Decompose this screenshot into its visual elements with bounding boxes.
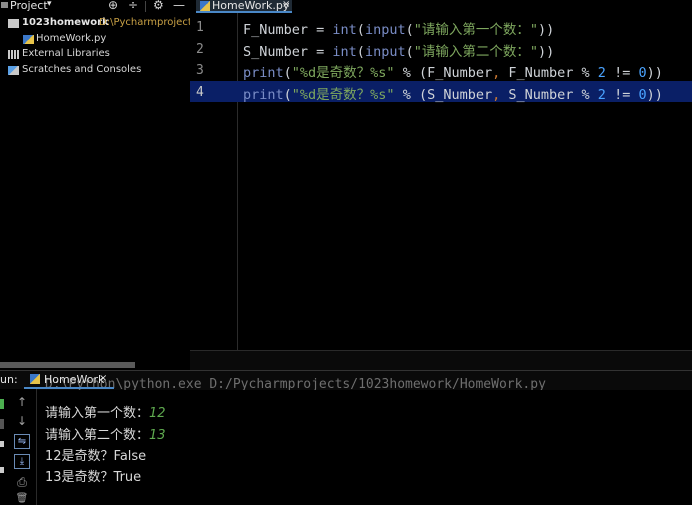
soft-wrap-icon[interactable]: ⇋ bbox=[14, 434, 30, 449]
line-number: 3 bbox=[196, 63, 204, 78]
line-number: 1 bbox=[196, 20, 204, 35]
code-text: ( bbox=[283, 65, 292, 81]
code-line: S_Number = int(input("请输入第二个数：")) bbox=[243, 40, 554, 60]
console-output: 13是奇数？True bbox=[45, 470, 142, 485]
code-text: != bbox=[605, 87, 639, 103]
code-text: % (F_Number bbox=[394, 65, 493, 81]
console-line: 请输入第一个数：12 bbox=[45, 402, 166, 421]
tab-homework-py[interactable]: HomeWork.py × bbox=[196, 0, 292, 13]
collapse-all-icon[interactable]: ÷ bbox=[128, 0, 138, 12]
line-number: 2 bbox=[196, 42, 204, 57]
folder-icon bbox=[8, 19, 19, 28]
builtin-print: print bbox=[243, 65, 284, 81]
console-user-input: 13 bbox=[149, 428, 166, 443]
code-text: )) bbox=[537, 44, 555, 60]
project-horizontal-scrollbar[interactable] bbox=[0, 362, 135, 368]
project-title[interactable]: Project bbox=[10, 0, 48, 12]
code-text: ( bbox=[405, 22, 414, 38]
code-text: F_Number % bbox=[500, 65, 598, 81]
python-file-icon bbox=[23, 35, 34, 44]
python-file-icon bbox=[30, 374, 40, 384]
editor-breadcrumb-bar bbox=[190, 350, 692, 371]
string-literal: "%d是奇数？%s" bbox=[291, 87, 395, 103]
run-tab-label: HomeWork bbox=[44, 373, 105, 386]
builtin-input: input bbox=[364, 44, 406, 60]
pin-icon[interactable] bbox=[0, 441, 4, 447]
code-text: % (S_Number bbox=[394, 87, 493, 103]
code-text: ( bbox=[356, 22, 365, 38]
line-number: 4 bbox=[196, 85, 204, 100]
console-line: 12是奇数？False bbox=[45, 445, 146, 464]
code-text: )) bbox=[646, 65, 663, 81]
code-text: S_Number % bbox=[500, 87, 598, 103]
code-text: ( bbox=[283, 87, 292, 103]
builtin-print: print bbox=[243, 87, 284, 103]
stop-icon[interactable] bbox=[0, 419, 4, 429]
scratches-icon bbox=[8, 66, 19, 75]
toolbar-divider bbox=[145, 1, 146, 12]
code-text: != bbox=[605, 65, 639, 81]
trash-icon[interactable]: 🗑 bbox=[15, 493, 29, 504]
external-libraries-label: External Libraries bbox=[22, 48, 110, 59]
project-view-icon bbox=[1, 2, 8, 8]
gear-icon[interactable]: ⚙ bbox=[153, 0, 164, 12]
debug-icon[interactable] bbox=[0, 467, 4, 473]
builtin-input: input bbox=[364, 22, 406, 38]
string-literal: "请输入第二个数：" bbox=[413, 44, 538, 60]
run-command-line: D:\Python\python.exe D:/Pycharmprojects/… bbox=[45, 377, 546, 390]
code-text: ( bbox=[356, 44, 365, 60]
number-literal: 2 bbox=[597, 65, 606, 81]
code-text: S_Number = bbox=[243, 44, 333, 60]
builtin-int: int bbox=[332, 22, 357, 38]
code-line: F_Number = int(input("请输入第一个数：")) bbox=[243, 18, 554, 38]
run-label: un: bbox=[0, 373, 18, 386]
number-literal: 2 bbox=[597, 87, 606, 103]
project-name: 1023homework bbox=[22, 17, 109, 28]
minimize-icon[interactable]: — bbox=[173, 0, 185, 12]
console-prompt: 请输入第一个数： bbox=[45, 406, 150, 421]
rerun-icon[interactable] bbox=[0, 399, 4, 409]
string-literal: "%d是奇数？%s" bbox=[291, 65, 395, 81]
python-file-icon bbox=[200, 1, 210, 11]
string-literal: "请输入第一个数：" bbox=[413, 22, 538, 38]
tab-label: HomeWork.py bbox=[212, 0, 290, 12]
library-icon bbox=[8, 50, 19, 59]
console-line: 13是奇数？True bbox=[45, 466, 141, 485]
console-output: 12是奇数？False bbox=[45, 449, 147, 464]
file-name: HomeWork.py bbox=[36, 33, 107, 44]
project-panel-header: Project ▾ ⊕ ÷ ⚙ — bbox=[0, 0, 190, 13]
console-user-input: 12 bbox=[149, 406, 166, 421]
code-text: )) bbox=[646, 87, 663, 103]
up-arrow-icon[interactable]: ↑ bbox=[15, 395, 29, 409]
scratches-label: Scratches and Consoles bbox=[22, 64, 142, 75]
project-path: D:\Pycharmprojects\ bbox=[99, 17, 201, 28]
console-line: 请输入第二个数：13 bbox=[45, 424, 166, 443]
code-line: print("%d是奇数？%s" % (S_Number, S_Number %… bbox=[243, 83, 663, 103]
close-icon[interactable]: × bbox=[99, 373, 107, 384]
code-text: F_Number = bbox=[243, 22, 333, 38]
print-icon[interactable]: ⎙ bbox=[15, 475, 29, 490]
chevron-down-icon[interactable]: ▾ bbox=[47, 0, 52, 9]
number-literal: 0 bbox=[638, 87, 647, 103]
builtin-int: int bbox=[332, 44, 357, 60]
down-arrow-icon[interactable]: ↓ bbox=[15, 414, 29, 428]
code-line: print("%d是奇数？%s" % (F_Number, F_Number %… bbox=[243, 61, 663, 81]
close-icon[interactable]: × bbox=[282, 0, 290, 10]
number-literal: 0 bbox=[638, 65, 647, 81]
locate-icon[interactable]: ⊕ bbox=[108, 0, 118, 12]
code-text: ( bbox=[405, 44, 414, 60]
run-toolbar: ↑ ↓ ⇋ ⤓ ⎙ 🗑 bbox=[0, 389, 37, 505]
scroll-to-end-icon[interactable]: ⤓ bbox=[14, 454, 30, 469]
code-text: )) bbox=[537, 22, 555, 38]
console-prompt: 请输入第二个数： bbox=[45, 428, 150, 443]
tab-run-homework[interactable]: HomeWork × bbox=[24, 370, 114, 389]
